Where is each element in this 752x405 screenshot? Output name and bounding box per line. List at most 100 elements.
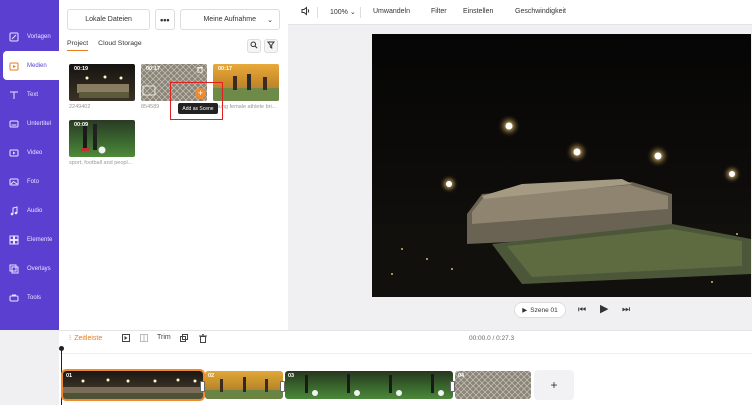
media-icon	[9, 61, 19, 71]
timeline: 01 02 03 04 +	[59, 346, 752, 405]
audio-icon	[9, 205, 19, 216]
clip-number: 03	[288, 373, 295, 379]
filter-button[interactable]	[264, 39, 278, 53]
add-frame-icon[interactable]	[122, 334, 130, 344]
athletes-image	[205, 377, 283, 399]
stadium-night-image	[372, 34, 751, 297]
sidebar-item-audio[interactable]: Audio	[0, 196, 59, 225]
media-panel-header: Lokale Dateien ••• Meine Aufnahme ⌄	[67, 9, 280, 31]
delete-icon[interactable]	[197, 66, 203, 75]
trim-button[interactable]: Trim	[157, 334, 171, 341]
play-icon: ▶	[522, 307, 528, 314]
timeline-clip[interactable]: 01	[61, 369, 205, 401]
duration-label: 00:19	[74, 66, 89, 72]
zoom-select[interactable]: 100% ⌄	[330, 8, 356, 16]
sidebar-item-vorlagen[interactable]: Vorlagen	[0, 22, 59, 51]
scene-label: Szene 01	[530, 306, 558, 314]
clip-number: 02	[208, 373, 215, 379]
stadium-night-image	[63, 378, 203, 399]
video-icon	[9, 148, 19, 158]
plus-icon: +	[197, 88, 204, 98]
speed-button[interactable]: Geschwindigkeit	[515, 8, 566, 15]
media-thumbnail[interactable]: 00:09	[69, 120, 135, 157]
timeline-clip[interactable]: 03	[285, 371, 453, 399]
delete-icon[interactable]	[199, 334, 207, 345]
editor-toolbar: 100% ⌄ Umwandeln Filter Einstellen Gesch…	[288, 0, 752, 25]
fence-image	[455, 371, 531, 399]
toolbar-divider	[360, 7, 361, 18]
adjust-button[interactable]: Einstellen	[463, 8, 493, 15]
zoom-value: 100%	[330, 9, 348, 16]
tab-project[interactable]: Project	[67, 40, 89, 51]
sidebar: Vorlagen Medien Text Untertitel Video Fo…	[0, 0, 59, 330]
chevron-down-icon: ⌄	[349, 9, 356, 16]
add-scene-highlight	[170, 82, 223, 120]
sidebar-item-video[interactable]: Video	[0, 138, 59, 167]
thumbnail-caption: 2249402	[69, 104, 91, 110]
next-icon[interactable]: ⏭	[622, 304, 630, 315]
timeline-ruler	[59, 346, 752, 354]
volume-icon[interactable]	[301, 6, 311, 18]
media-thumbnail[interactable]: 00:19	[69, 64, 135, 101]
scene-play-button[interactable]: ▶ Szene 01	[514, 302, 566, 318]
duplicate-icon[interactable]	[180, 334, 188, 344]
previous-icon[interactable]: ⏮	[578, 304, 586, 315]
duration-label: 00:17	[146, 66, 161, 72]
template-icon	[9, 32, 19, 42]
duration-label: 00:09	[74, 122, 89, 128]
sidebar-item-label: Overlays	[27, 265, 51, 272]
sidebar-item-label: Elemente	[27, 236, 53, 243]
sidebar-item-medien[interactable]: Medien	[3, 51, 59, 80]
sidebar-item-label: Medien	[27, 62, 47, 69]
add-as-scene-tooltip: Add as Scene	[178, 103, 218, 114]
media-tabs: Project Cloud Storage	[67, 40, 142, 51]
timeline-label: Zeitleiste	[74, 334, 103, 342]
player-controls: ▶ Szene 01 ⏮ ▶ ⏭	[372, 300, 751, 322]
sidebar-item-label: Vorlagen	[27, 33, 51, 40]
sidebar-item-label: Text	[27, 91, 39, 98]
timeline-clip[interactable]: 02	[205, 371, 283, 399]
sidebar-item-label: Audio	[27, 207, 43, 214]
timeline-clip[interactable]: 04	[455, 371, 531, 399]
chevron-down-icon: ⌄	[267, 17, 273, 24]
search-icon	[250, 41, 258, 51]
football-image	[305, 374, 444, 396]
clip-number: 01	[66, 373, 73, 379]
add-clip-button[interactable]: +	[534, 370, 574, 400]
sidebar-item-text[interactable]: Text	[0, 80, 59, 109]
sidebar-item-untertitel[interactable]: Untertitel	[0, 109, 59, 138]
sidebar-item-elemente[interactable]: Elemente	[0, 225, 59, 254]
elements-icon	[9, 235, 19, 245]
clip-number: 04	[458, 373, 465, 379]
sidebar-item-label: Video	[27, 149, 43, 156]
search-button[interactable]	[247, 39, 261, 53]
more-options-button[interactable]: •••	[155, 9, 175, 30]
tab-cloud-storage[interactable]: Cloud Storage	[98, 40, 141, 51]
sidebar-item-label: Foto	[27, 178, 40, 185]
sidebar-item-foto[interactable]: Foto	[0, 167, 59, 196]
timeline-toggle[interactable]: ⁝ Zeitleiste	[69, 334, 103, 343]
timeline-icon: ⁝	[69, 335, 72, 342]
add-scene-button[interactable]: +	[195, 88, 206, 99]
text-icon	[9, 90, 19, 100]
split-icon[interactable]	[140, 334, 148, 344]
media-panel: Lokale Dateien ••• Meine Aufnahme ⌄ Proj…	[59, 0, 288, 330]
sidebar-item-overlays[interactable]: Overlays	[0, 254, 59, 283]
play-icon[interactable]: ▶	[600, 302, 608, 315]
my-recordings-dropdown[interactable]: Meine Aufnahme ⌄	[179, 9, 280, 30]
subtitle-icon	[9, 119, 19, 129]
duration-label: 00:17	[218, 66, 233, 72]
my-recordings-label: Meine Aufnahme	[203, 16, 257, 23]
filter-menu-button[interactable]: Filter	[431, 8, 447, 15]
overlays-icon	[9, 264, 19, 274]
sidebar-item-label: Tools	[27, 294, 42, 301]
filter-icon	[266, 41, 276, 51]
convert-button[interactable]: Umwandeln	[373, 8, 410, 15]
sidebar-item-tools[interactable]: Tools	[0, 283, 59, 312]
playhead-handle[interactable]	[59, 346, 64, 351]
timecode: 00:00.0 / 0:27.3	[469, 335, 515, 342]
playhead[interactable]	[59, 346, 64, 405]
local-files-button[interactable]: Lokale Dateien	[67, 9, 151, 30]
video-preview[interactable]	[372, 34, 751, 297]
tools-icon	[9, 293, 19, 303]
